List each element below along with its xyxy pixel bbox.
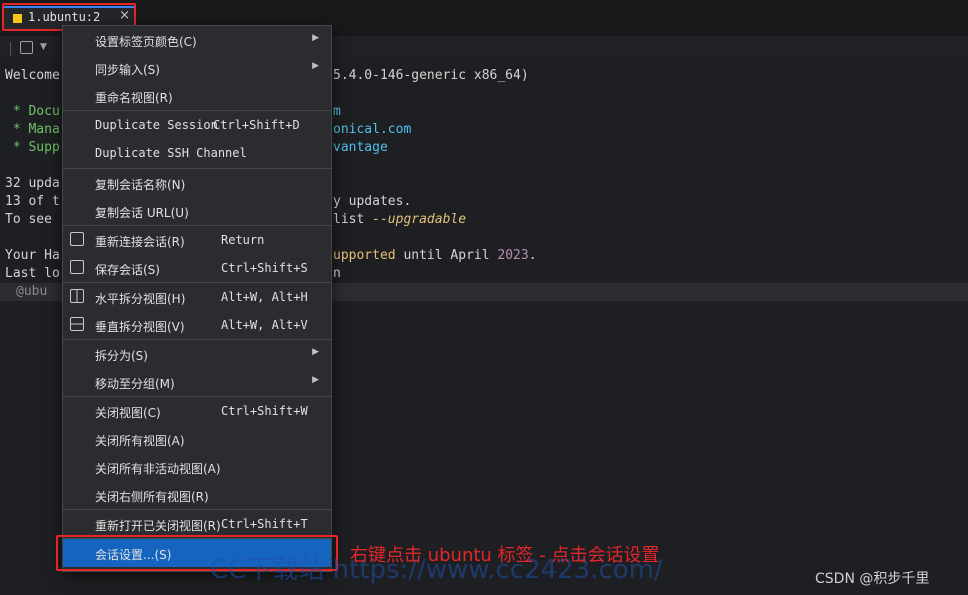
chevron-right-icon: ▶ <box>312 61 319 71</box>
terminal-line: upported until April 2023. <box>333 248 537 263</box>
tab-context-menu: 设置标签页颜色(C) ▶ 同步输入(S) ▶ 重命名视图(R) Duplicate … <box>62 25 332 572</box>
terminal-line: Last lo <box>5 266 60 281</box>
terminal-prompt: @ubu <box>16 284 48 299</box>
menu-item-tab-color[interactable]: 设置标签页颜色(C) ▶ <box>63 26 331 54</box>
menu-item-duplicate-ssh[interactable]: Duplicate SSH Channel <box>63 139 331 167</box>
terminal-line: m <box>333 104 341 119</box>
menu-item-move-to-group[interactable]: 移动至分组(M) ▶ <box>63 368 331 396</box>
terminal-line: 13 of t <box>5 194 60 209</box>
toolbar-separator <box>10 42 11 56</box>
chevron-right-icon: ▶ <box>312 347 319 357</box>
chevron-right-icon: ▶ <box>312 375 319 385</box>
new-session-icon[interactable] <box>20 41 33 54</box>
terminal-line: list --upgradable <box>333 212 467 227</box>
terminal-line: y updates. <box>333 194 412 209</box>
reconnect-icon <box>70 232 84 246</box>
menu-item-close-right[interactable]: 关闭右侧所有视图(R) <box>63 481 331 509</box>
save-icon <box>70 260 84 274</box>
terminal-line: To see <box>5 212 60 227</box>
menu-item-split-as[interactable]: 拆分为(S) ▶ <box>63 340 331 368</box>
menu-item-copy-session-name[interactable]: 复制会话名称(N) <box>63 169 331 197</box>
chevron-right-icon: ▶ <box>312 33 319 43</box>
split-horizontal-icon <box>70 289 84 303</box>
menu-item-rename-view[interactable]: 重命名视图(R) <box>63 82 331 110</box>
annotation-text: 右键点击 ubuntu 标签 - 点击会话设置 <box>350 545 660 566</box>
terminal-line: 5.4.0-146-generic x86_64) <box>333 68 529 83</box>
menu-item-close-all[interactable]: 关闭所有视图(A) <box>63 425 331 453</box>
menu-item-sync-input[interactable]: 同步输入(S) ▶ <box>63 54 331 82</box>
menu-item-close-view[interactable]: 关闭视图(C) Ctrl+Shift+W <box>63 397 331 425</box>
menu-item-reopen-closed[interactable]: 重新打开已关闭视图(R) Ctrl+Shift+T <box>63 510 331 538</box>
terminal-line: Your Ha <box>5 248 60 263</box>
terminal-line: n <box>333 266 341 281</box>
menu-item-duplicate-session[interactable]: Duplicate Session Ctrl+Shift+D <box>63 111 331 139</box>
menu-item-save-session[interactable]: 保存会话(S) Ctrl+Shift+S <box>63 254 331 282</box>
menu-item-reconnect[interactable]: 重新连接会话(R) Return <box>63 226 331 254</box>
chevron-down-icon[interactable]: ▼ <box>40 42 47 52</box>
terminal-line: onical.com <box>333 122 412 137</box>
split-vertical-icon <box>70 317 84 331</box>
menu-item-split-vertical[interactable]: 垂直拆分视图(V) Alt+W, Alt+V <box>63 311 331 339</box>
terminal-line: * Docu <box>5 104 60 119</box>
menu-item-close-inactive[interactable]: 关闭所有非活动视图(A) <box>63 453 331 481</box>
terminal-line: 32 upda <box>5 176 60 191</box>
terminal-line: * Supp <box>5 140 60 155</box>
terminal-line: vantage <box>333 140 388 155</box>
menu-item-split-horizontal[interactable]: 水平拆分视图(H) Alt+W, Alt+H <box>63 283 331 311</box>
terminal-line: Welcome <box>5 68 60 83</box>
terminal-line: * Mana <box>5 122 60 137</box>
menu-item-copy-session-url[interactable]: 复制会话 URL(U) <box>63 197 331 225</box>
watermark-author: CSDN @积步千里 <box>815 571 930 587</box>
